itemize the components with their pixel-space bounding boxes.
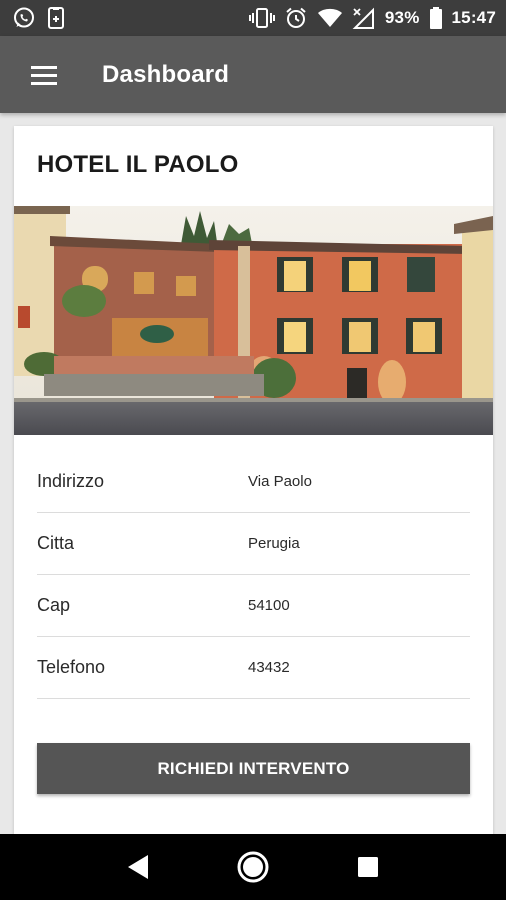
back-button[interactable] bbox=[114, 843, 162, 891]
detail-row-postcode: Cap 54100 bbox=[37, 575, 470, 637]
detail-row-address: Indirizzo Via Paolo bbox=[37, 451, 470, 513]
app-bar: Dashboard bbox=[0, 36, 506, 113]
hotel-details-list: Indirizzo Via Paolo Citta Perugia Cap 54… bbox=[37, 451, 470, 699]
recents-icon bbox=[358, 857, 379, 877]
back-icon bbox=[127, 855, 148, 879]
detail-row-city: Citta Perugia bbox=[37, 513, 470, 575]
signal-icon bbox=[352, 6, 376, 30]
detail-label: Citta bbox=[37, 533, 75, 553]
whatsapp-icon bbox=[12, 6, 36, 30]
detail-label: Telefono bbox=[37, 657, 106, 677]
navigation-bar bbox=[0, 834, 506, 900]
vibrate-icon bbox=[248, 7, 275, 29]
menu-button[interactable] bbox=[22, 52, 68, 98]
clock: 15:47 bbox=[451, 8, 496, 27]
detail-value: 43432 bbox=[248, 659, 290, 676]
sim-notification-icon bbox=[46, 6, 66, 30]
hamburger-menu-icon bbox=[31, 65, 57, 85]
battery-percent: 93% bbox=[384, 8, 420, 27]
home-icon bbox=[237, 851, 269, 883]
battery-icon bbox=[429, 7, 443, 29]
recents-button[interactable] bbox=[344, 843, 392, 891]
wifi-icon bbox=[317, 7, 343, 29]
detail-value: Perugia bbox=[248, 535, 300, 552]
home-button[interactable] bbox=[229, 843, 277, 891]
request-intervention-button[interactable]: RICHIEDI INTERVENTO bbox=[37, 743, 470, 794]
detail-value: Via Paolo bbox=[248, 473, 312, 490]
status-left-icons bbox=[12, 6, 66, 30]
hotel-name: HOTEL IL PAOLO bbox=[37, 151, 239, 178]
alarm-icon bbox=[284, 6, 308, 30]
status-right-icons: 93% 15:47 bbox=[248, 6, 496, 30]
hotel-card: HOTEL IL PAOLO Indirizzo Via Paolo Citta… bbox=[14, 126, 493, 846]
status-bar: 93% 15:47 bbox=[0, 0, 506, 36]
detail-value: 54100 bbox=[248, 597, 290, 614]
detail-row-phone: Telefono 43432 bbox=[37, 637, 470, 699]
hotel-photo bbox=[14, 206, 493, 435]
detail-label: Cap bbox=[37, 595, 71, 615]
detail-label: Indirizzo bbox=[37, 471, 105, 491]
page-title: Dashboard bbox=[102, 60, 230, 88]
